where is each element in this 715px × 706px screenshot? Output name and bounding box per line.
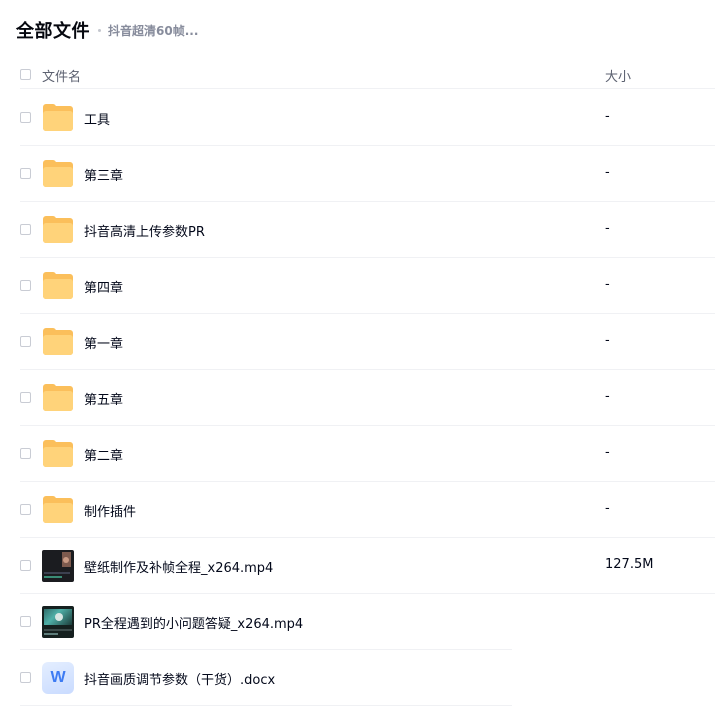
word-doc-letter: W bbox=[50, 669, 66, 686]
file-name[interactable]: 壁纸制作及补帧全程_x264.mp4 bbox=[84, 557, 273, 576]
folder-icon bbox=[42, 326, 74, 358]
folder-icon bbox=[42, 438, 74, 470]
file-size: - bbox=[605, 501, 610, 516]
row-checkbox[interactable] bbox=[20, 280, 31, 291]
file-row-video[interactable]: 壁纸制作及补帧全程_x264.mp4 127.5M bbox=[20, 538, 715, 594]
file-name[interactable]: PR全程遇到的小问题答疑_x264.mp4 bbox=[84, 613, 303, 632]
file-row-folder[interactable]: 第四章 - bbox=[20, 258, 715, 314]
file-row-video[interactable]: PR全程遇到的小问题答疑_x264.mp4 bbox=[20, 594, 512, 650]
word-doc-icon: W bbox=[42, 662, 74, 694]
column-header-size[interactable]: 大小 bbox=[605, 66, 631, 85]
folder-icon bbox=[42, 494, 74, 526]
file-size: - bbox=[605, 221, 610, 236]
file-row-folder[interactable]: 第一章 - bbox=[20, 314, 715, 370]
folder-icon bbox=[42, 158, 74, 190]
page-title[interactable]: 全部文件 bbox=[16, 17, 90, 43]
row-checkbox[interactable] bbox=[20, 616, 31, 627]
file-row-folder[interactable]: 第五章 - bbox=[20, 370, 715, 426]
file-size: - bbox=[605, 333, 610, 348]
row-checkbox[interactable] bbox=[20, 560, 31, 571]
folder-icon bbox=[42, 270, 74, 302]
row-checkbox[interactable] bbox=[20, 112, 31, 123]
file-size: - bbox=[605, 165, 610, 180]
file-name[interactable]: 第四章 bbox=[84, 277, 123, 296]
video-thumbnail-icon bbox=[42, 550, 74, 582]
row-checkbox[interactable] bbox=[20, 224, 31, 235]
file-row-folder[interactable]: 抖音高清上传参数PR - bbox=[20, 202, 715, 258]
file-name[interactable]: 制作插件 bbox=[84, 501, 136, 520]
file-size: - bbox=[605, 445, 610, 460]
file-name[interactable]: 第一章 bbox=[84, 333, 123, 352]
folder-icon bbox=[42, 382, 74, 414]
row-checkbox[interactable] bbox=[20, 504, 31, 515]
file-row-document[interactable]: W 抖音画质调节参数（干货）.docx bbox=[20, 650, 512, 706]
breadcrumb-current: 抖音超清60帧... bbox=[108, 23, 199, 38]
row-checkbox[interactable] bbox=[20, 336, 31, 347]
select-all-checkbox[interactable] bbox=[20, 69, 31, 80]
breadcrumb-bar: 全部文件 抖音超清60帧... bbox=[16, 18, 198, 42]
file-name[interactable]: 抖音画质调节参数（干货）.docx bbox=[84, 669, 275, 688]
file-size: - bbox=[605, 109, 610, 124]
row-checkbox[interactable] bbox=[20, 392, 31, 403]
file-name[interactable]: 第三章 bbox=[84, 165, 123, 184]
file-row-folder[interactable]: 工具 - bbox=[20, 90, 715, 146]
file-row-folder[interactable]: 第二章 - bbox=[20, 426, 715, 482]
file-size: - bbox=[605, 277, 610, 292]
file-list-header: 文件名 大小 bbox=[20, 61, 715, 89]
file-name[interactable]: 抖音高清上传参数PR bbox=[84, 221, 205, 240]
file-name[interactable]: 工具 bbox=[84, 109, 110, 128]
file-size: - bbox=[605, 389, 610, 404]
video-thumbnail-icon bbox=[42, 606, 74, 638]
file-row-folder[interactable]: 制作插件 - bbox=[20, 482, 715, 538]
folder-icon bbox=[42, 214, 74, 246]
folder-icon bbox=[42, 102, 74, 134]
row-checkbox[interactable] bbox=[20, 672, 31, 683]
file-row-folder[interactable]: 第三章 - bbox=[20, 146, 715, 202]
file-list: 工具 - 第三章 - 抖音高清上传参数PR - 第四章 - 第一章 - 第五章 … bbox=[20, 90, 715, 706]
file-name[interactable]: 第五章 bbox=[84, 389, 123, 408]
row-checkbox[interactable] bbox=[20, 168, 31, 179]
row-checkbox[interactable] bbox=[20, 448, 31, 459]
breadcrumb-separator bbox=[98, 28, 101, 32]
column-header-name[interactable]: 文件名 bbox=[42, 66, 81, 85]
file-name[interactable]: 第二章 bbox=[84, 445, 123, 464]
file-size: 127.5M bbox=[605, 557, 654, 572]
